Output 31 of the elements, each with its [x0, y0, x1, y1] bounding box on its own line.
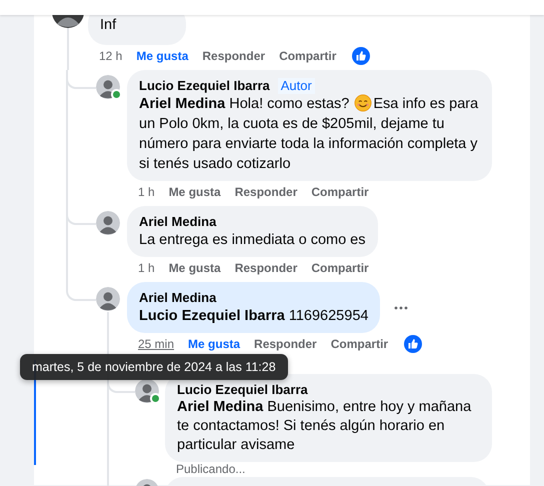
author-name[interactable]: Ariel Medina [139, 290, 216, 306]
like-link[interactable]: Me gusta [168, 184, 221, 198]
like-link[interactable]: Me gusta [168, 260, 221, 274]
share-link[interactable]: Compartir [330, 336, 388, 350]
comment-text: La entrega es inmediata o como es [139, 231, 366, 250]
mention-link[interactable]: Lucio Ezequiel Ibarra [139, 308, 285, 324]
comment-text: Inf [100, 16, 118, 35]
timestamp-link[interactable]: 1 h [138, 260, 155, 274]
share-link[interactable]: Compartir [311, 184, 369, 198]
date-tooltip: martes, 5 de noviembre de 2024 a las 11:28 [20, 354, 288, 380]
reply-link[interactable]: Responder [254, 336, 317, 350]
reply-link[interactable]: Responder [234, 260, 298, 274]
timestamp-link[interactable]: 25 min [138, 336, 174, 350]
reply-link[interactable]: Responder [234, 184, 298, 198]
mention-link[interactable]: Ariel Medina [177, 399, 264, 415]
share-link[interactable]: Compartir [311, 260, 369, 274]
reply-link[interactable]: Responder [202, 48, 266, 62]
author-name[interactable]: Ariel Medina [139, 214, 216, 230]
comment-text: Ariel Medina Buenisimo, entre hoy y mañana te contactamos! Si tenés algún horario en particular avisame [177, 398, 472, 455]
timestamp-link[interactable]: 1 h [138, 184, 155, 198]
timestamp-link[interactable]: 12 h [99, 48, 122, 62]
comment-text: Lucio Ezequiel Ibarra 1169625954 [139, 307, 368, 326]
share-link[interactable]: Compartir [279, 48, 336, 62]
status-text: Publicando... [175, 462, 246, 477]
author-badge: Autor [278, 78, 315, 94]
like-link[interactable]: Me gusta [188, 336, 240, 350]
comment-text: Ariel Medina Hola! como estas? Esa info es para un Polo 0km, la cuota es de $205mil, dejame tu número para enviarte toda la información completa y si tenés usado cotizarlo [139, 94, 480, 174]
author-name[interactable]: Lucio Ezequiel Ibarra [139, 78, 270, 94]
like-link[interactable]: Me gusta [136, 48, 188, 62]
mention-link[interactable]: Ariel Medina [139, 96, 226, 112]
author-name[interactable]: Lucio Ezequiel Ibarra [177, 382, 308, 398]
